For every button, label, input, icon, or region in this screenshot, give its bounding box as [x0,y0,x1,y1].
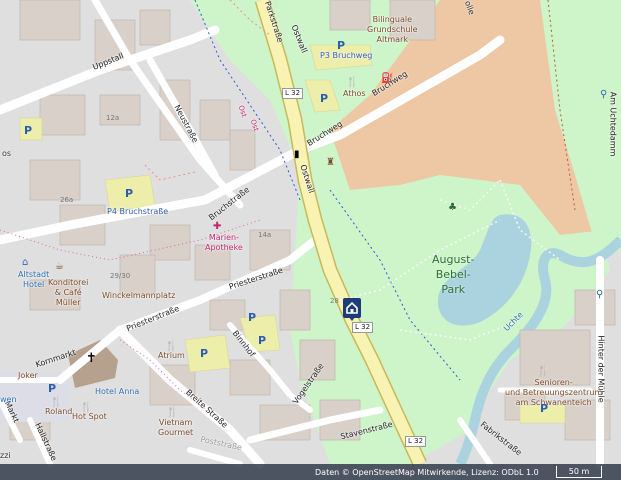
house-number: 28 [330,297,339,305]
road-ref-l32-bottom: L 32 [405,436,427,447]
place-label-hotel-anna: Hotel Anna [95,387,140,396]
restaurant-icon[interactable]: 🍴 [346,78,358,88]
hotel-icon[interactable]: ⌂ [22,258,28,268]
place-label-senioren: Senioren- und Betreuungszentrum am Schwa… [505,378,603,407]
attribution-text: Daten © OpenStreetMap Mitwirkende, Lizen… [315,468,539,477]
parking-icon[interactable]: P [540,403,548,414]
map-base-layer [0,0,621,469]
place-label-konditorei: Konditorei & Café Müller [48,278,89,307]
place-label-joker: Joker [18,371,38,380]
restaurant-icon[interactable]: 🍴 [50,398,62,408]
street-label-am-uchtedamm: Am Uchtedamm [608,91,618,157]
monument-icon[interactable]: ♜ [326,158,335,168]
restaurant-icon[interactable]: 🍴 [165,342,177,352]
place-label-vietnam-gourmet: Vietnam Gourmet [158,418,194,437]
place-label-marien-apotheke: Marien- Apotheke [205,233,243,252]
house-number: 29/30 [110,272,131,280]
place-label-athos: Athos [343,89,366,98]
place-label-fragment-wen: wen [0,395,17,404]
place-label-roland: Roland [45,407,73,416]
place-label-hot-spot: Hot Spot [72,412,107,421]
restaurant-icon[interactable]: 🍴 [80,403,92,413]
house-number: 12a [106,114,120,122]
scale-label: 50 m [568,467,590,476]
church-icon[interactable]: ✝ [86,352,97,365]
pharmacy-icon[interactable]: ✚ [213,222,221,232]
park-label-august-bebel: August- Bebel- Park [432,253,475,296]
parking-label-p4: P4 Bruchstraße [107,207,169,216]
cafe-icon[interactable]: ☕ [55,262,64,272]
road-ref-l32-top: L 32 [282,88,304,99]
house-number: 14a [258,231,272,239]
place-label-winckelmannplatz: Winckelmannplatz [102,291,176,300]
parking-icon[interactable]: P [24,125,32,136]
place-label-altstadt-hotel: Altstadt Hotel [18,270,50,289]
map-view[interactable]: Uppstall Neustraße Parkstraße Ostwall Os… [0,0,621,480]
fuel-icon[interactable]: ⛽ [381,74,393,84]
home-icon [346,301,358,314]
parking-icon[interactable]: P [200,348,208,359]
location-marker[interactable] [343,298,361,321]
parking-icon[interactable]: P [320,93,328,104]
restaurant-icon[interactable]: 🍴 [537,367,549,377]
place-label-atrium: Atrium [158,351,185,360]
playground-icon[interactable]: ♣ [448,203,457,213]
road-ref-l32-marker: L 32 [352,322,374,333]
attribution-bar: Daten © OpenStreetMap Mitwirkende, Lizen… [0,464,621,480]
parking-icon[interactable]: P [125,188,133,199]
parking-icon[interactable]: P [337,40,345,51]
parking-label-p3: P3 Bruchweg [320,51,373,60]
house-number: 26a [60,196,74,204]
parking-icon[interactable]: P [248,312,256,323]
restaurant-icon[interactable]: 🍴 [166,408,178,418]
place-label-fragment-zzi: zzi [0,451,11,460]
scale-bar: 50 m [556,466,602,478]
place-label-school: Bilinguale Grundschule Altmark [367,15,418,44]
parking-icon[interactable]: P [258,335,266,346]
parking-icon[interactable]: P [48,383,56,394]
bicycle-icon[interactable]: ⚲ [596,290,603,300]
place-label-fragment-os: os [2,149,12,158]
traffic-light-icon: ▮ [294,149,300,160]
bicycle-icon[interactable]: ⚲ [600,90,607,100]
